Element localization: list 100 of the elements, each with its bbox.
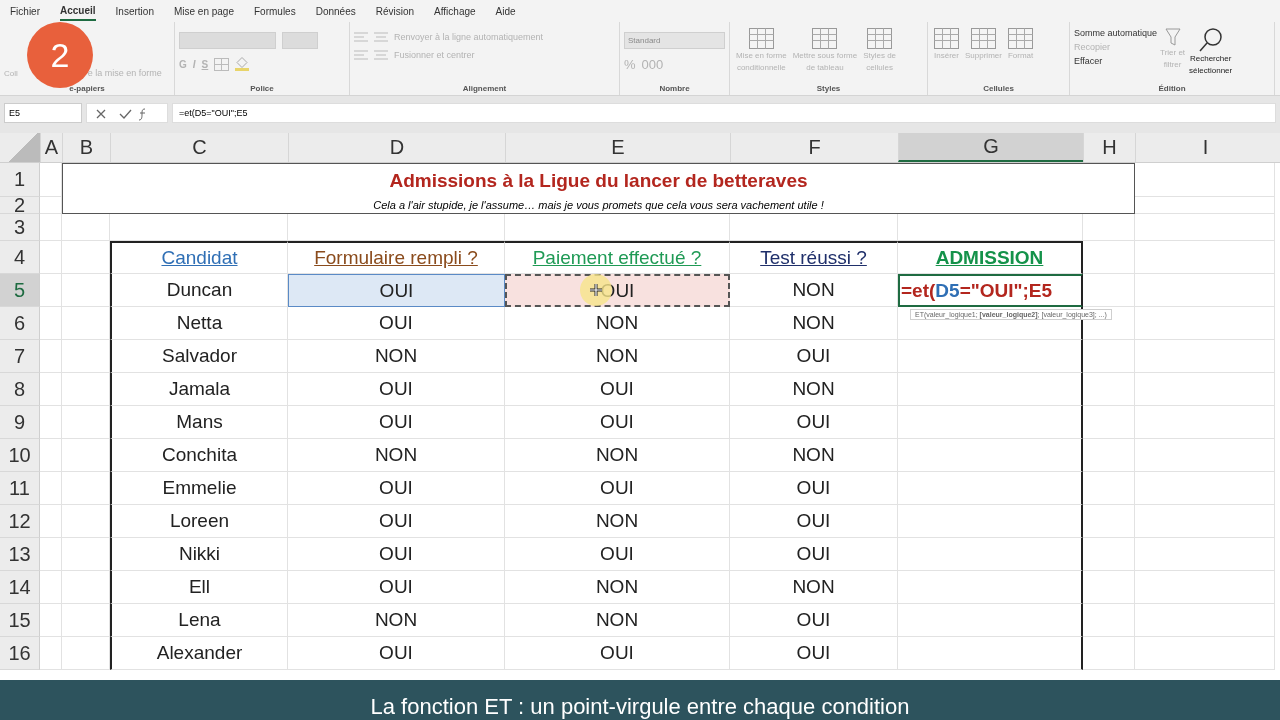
ribbon-tab[interactable]: Formules	[254, 2, 296, 20]
empty-cell	[40, 439, 62, 472]
empty-cell	[1083, 406, 1135, 439]
table-cell: NON	[730, 274, 898, 307]
table-icon	[867, 28, 893, 49]
column-heading: Candidat	[110, 241, 288, 274]
column-header[interactable]: C	[110, 133, 288, 162]
ribbon-tab[interactable]: Insertion	[115, 2, 154, 20]
empty-cell	[40, 307, 62, 340]
table-cell: OUI	[730, 604, 898, 637]
ribbon-tab[interactable]: Aide	[495, 2, 516, 20]
empty-cell	[62, 472, 110, 505]
table-cell: OUI	[505, 373, 730, 406]
candidate-cell: Loreen	[110, 505, 288, 538]
ribbon-button[interactable]: Somme automatique	[1074, 28, 1158, 38]
ribbon-tab[interactable]: Affichage	[434, 2, 476, 20]
group-label: Police	[249, 84, 275, 93]
empty-cell	[62, 241, 110, 274]
name-box[interactable]: E5	[4, 103, 82, 123]
title-cell: Admissions à la Ligue du lancer de betteraves	[62, 163, 1135, 197]
candidate-cell: Ell	[110, 571, 288, 604]
candidate-cell: Emmelie	[110, 472, 288, 505]
row-header[interactable]: 11	[0, 472, 40, 505]
ribbon-tab[interactable]: Mise en page	[173, 2, 234, 20]
font-name-field[interactable]	[179, 32, 276, 49]
empty-cell	[62, 538, 110, 571]
filter-icon	[1164, 28, 1181, 46]
table-cell: NON	[288, 340, 505, 373]
column-header[interactable]: I	[1135, 133, 1275, 162]
row-header[interactable]: 2	[0, 197, 40, 214]
table-cell: NON	[288, 604, 505, 637]
candidate-cell: Netta	[110, 307, 288, 340]
empty-cell	[1083, 340, 1135, 373]
empty-cell	[40, 505, 62, 538]
row-header[interactable]: 16	[0, 637, 40, 670]
ribbon-tab[interactable]: Données	[315, 2, 356, 20]
empty-cell	[40, 604, 62, 637]
table-cell: NON	[730, 373, 898, 406]
candidate-cell: Mans	[110, 406, 288, 439]
row-header[interactable]: 8	[0, 373, 40, 406]
align-icon[interactable]	[354, 50, 388, 60]
column-header[interactable]: E	[505, 133, 730, 162]
empty-cell	[1083, 373, 1135, 406]
column-header[interactable]: A	[40, 133, 62, 162]
row-header[interactable]: 15	[0, 604, 40, 637]
row-header[interactable]: 1	[0, 163, 40, 197]
caption-text: La fonction ET : un point-virgule entre chaque condition	[370, 693, 910, 720]
column-header[interactable]: B	[62, 133, 110, 162]
empty-cell	[1083, 439, 1135, 472]
empty-cell	[40, 274, 62, 307]
group-label: Styles	[815, 84, 842, 93]
group-label: e-papiers	[68, 84, 106, 93]
empty-cell	[1083, 604, 1135, 637]
row-header[interactable]: 12	[0, 505, 40, 538]
table-cell: OUI	[730, 637, 898, 670]
group-label: Alignement	[461, 84, 508, 93]
row-header[interactable]: 3	[0, 214, 40, 241]
row-header[interactable]: 7	[0, 340, 40, 373]
font-size-field[interactable]	[282, 32, 318, 49]
empty-cell	[62, 637, 110, 670]
row-header[interactable]: 10	[0, 439, 40, 472]
empty-cell	[40, 406, 62, 439]
borders-icon[interactable]	[214, 57, 230, 71]
table-icon	[934, 28, 959, 49]
formula-field[interactable]: =et(D5="OUI";E5	[172, 103, 1276, 123]
column-header[interactable]: D	[288, 133, 505, 162]
ribbon-button[interactable]: Rechercher sélectionner	[1188, 26, 1234, 84]
empty-cell	[62, 406, 110, 439]
row-header[interactable]: 13	[0, 538, 40, 571]
row-header[interactable]: 9	[0, 406, 40, 439]
fill-color-icon[interactable]	[235, 57, 250, 71]
column-header[interactable]: G	[898, 133, 1083, 162]
table-icon	[1008, 28, 1034, 49]
empty-cell	[40, 637, 62, 670]
row-header[interactable]: 6	[0, 307, 40, 340]
table-cell: OUI	[730, 472, 898, 505]
ribbon-tab[interactable]: Révision	[375, 2, 415, 20]
table-cell: OUI	[288, 637, 505, 670]
table-cell: OUI	[288, 307, 505, 340]
column-header[interactable]: H	[1083, 133, 1135, 162]
align-icon[interactable]	[354, 32, 388, 42]
column-heading: ADMISSION	[898, 241, 1083, 274]
table-cell: NON	[505, 505, 730, 538]
table-cell: OUI	[288, 373, 505, 406]
table-cell: NON	[505, 604, 730, 637]
row-header[interactable]: 4	[0, 241, 40, 274]
row-header[interactable]: 5	[0, 274, 40, 307]
candidate-cell: Alexander	[110, 637, 288, 670]
ribbon-tab[interactable]: Fichier	[10, 2, 40, 20]
candidate-cell: Lena	[110, 604, 288, 637]
empty-cell	[1083, 637, 1135, 670]
ribbon-tab[interactable]: Accueil	[60, 1, 96, 21]
empty-cell	[62, 340, 110, 373]
ribbon-button[interactable]: Effacer	[1074, 56, 1158, 66]
candidate-cell: Conchita	[110, 439, 288, 472]
table-icon	[812, 28, 838, 49]
table-cell: OUI	[505, 637, 730, 670]
subtitle-cell: Cela a l'air stupide, je l'assume… mais je vous promets que cela vous sera vachement utile !	[62, 197, 1135, 214]
row-header[interactable]: 14	[0, 571, 40, 604]
formula-buttons-drawing[interactable]	[86, 103, 168, 123]
